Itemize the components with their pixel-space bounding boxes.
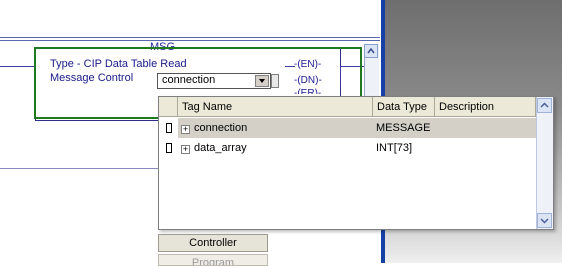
rung-separator xyxy=(0,168,158,169)
program-scope-label: Program xyxy=(191,257,235,266)
data-type-cell: MESSAGE xyxy=(376,122,431,134)
chevron-up-icon[interactable] xyxy=(364,44,378,58)
tag-list-scrollbar[interactable] xyxy=(536,97,553,229)
column-header-tag-name[interactable]: Tag Name xyxy=(178,97,373,117)
column-header-description[interactable]: Description xyxy=(435,97,536,117)
chevron-down-icon[interactable] xyxy=(255,75,269,87)
tag-name-cell[interactable]: connection xyxy=(194,122,247,134)
chevron-down-icon[interactable] xyxy=(537,213,552,228)
plus-icon[interactable]: + xyxy=(181,125,190,134)
message-control-value: connection xyxy=(162,74,216,86)
data-type-cell: INT[73] xyxy=(376,142,413,154)
tag-icon xyxy=(166,143,172,153)
tag-name-cell[interactable]: data_array xyxy=(194,142,247,154)
program-scope-button[interactable]: Program xyxy=(158,254,268,266)
controller-scope-label: Controller xyxy=(189,237,237,249)
chevron-up-icon[interactable] xyxy=(537,98,552,113)
column-header-data-type[interactable]: Data Type xyxy=(373,97,435,117)
rung-separator xyxy=(0,40,380,41)
header-spacer xyxy=(159,97,178,117)
controller-scope-button[interactable]: Controller xyxy=(158,234,268,252)
rung-separator xyxy=(0,37,380,38)
ellipsis-button[interactable] xyxy=(271,74,279,88)
plus-icon[interactable]: + xyxy=(181,145,190,154)
rung-wire xyxy=(0,66,35,67)
tag-icon xyxy=(166,123,172,133)
